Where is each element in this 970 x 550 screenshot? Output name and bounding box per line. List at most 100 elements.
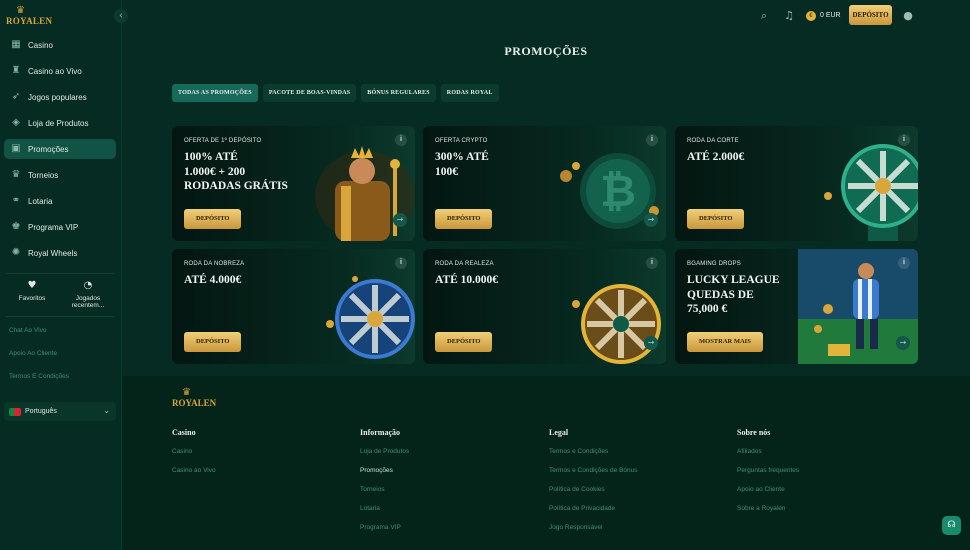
info-icon[interactable]: i [898, 134, 910, 146]
deposit-button[interactable]: DEPÓSITO [687, 209, 745, 229]
footer-link[interactable]: Afiliados [737, 448, 799, 455]
promo-headline: ATÉ 10.000€ [435, 274, 499, 286]
footer-link[interactable]: Apoio ao Cliente [737, 486, 799, 493]
deposit-button[interactable]: DEPÓSITO [184, 209, 242, 229]
sidebar-item-popular-games[interactable]: ➶ Jogos populares [4, 87, 116, 107]
footer-link[interactable]: Política de Privacidade [549, 505, 638, 512]
promo-card-bgaming-drops[interactable]: BGAMING DROPS LUCKY LEAGUE QUEDAS DE 75,… [675, 249, 918, 364]
footer-link[interactable]: Casino ao Vivo [172, 467, 216, 474]
tab-regular-bonuses[interactable]: BÓNUS REGULARES [361, 84, 436, 102]
footer-link[interactable]: Perguntas frequentes [737, 467, 799, 474]
footer-link[interactable]: Sobre a Royalen [737, 505, 799, 512]
user-icon[interactable]: ● [900, 8, 916, 24]
sidebar-nav: ▦ Casino ♜ Casino ao Vivo ➶ Jogos populares… [4, 35, 116, 269]
rocket-icon: ➶ [11, 91, 21, 102]
footer-link[interactable]: Lotaria [360, 505, 409, 512]
footer-column-legal: Legal Termos e Condições Termos e Condiç… [549, 428, 638, 543]
sidebar-item-label: Promoções [28, 144, 69, 154]
sidebar-item-casino[interactable]: ▦ Casino [4, 35, 116, 55]
footer-link[interactable]: Termos e Condições de Bónus [549, 467, 638, 474]
deposit-button[interactable]: DEPÓSITO [184, 332, 242, 352]
sidebar-item-live-casino[interactable]: ♜ Casino ao Vivo [4, 61, 116, 81]
promo-label: OFERTA CRYPTO [435, 138, 488, 144]
footer-link[interactable]: Loja de Produtos [360, 448, 409, 455]
deposit-button[interactable]: DEPÓSITO [849, 5, 892, 25]
arrow-right-icon[interactable]: → [644, 213, 658, 227]
footer-link[interactable]: Termos e Condições [549, 448, 638, 455]
sidebar-item-label: Loja de Produtos [28, 118, 89, 128]
tab-welcome-package[interactable]: PACOTE DE BOAS-VINDAS [262, 84, 357, 102]
support-link[interactable]: Apoio Ao Cliente [9, 350, 69, 357]
promo-card-court-wheel[interactable]: RODA DA CORTE ATÉ 2.000€ DEPÓSITO i [675, 126, 918, 241]
coin-icon: € [806, 10, 816, 21]
recent-label: Jogados recentem... [71, 295, 105, 309]
footer-link[interactable]: Programa VIP [360, 524, 409, 531]
promo-headline: ATÉ 4.000€ [184, 274, 242, 286]
promo-headline: 300% ATÉ 100€ [435, 151, 489, 178]
sidebar-item-label: Lotaria [28, 196, 53, 206]
info-icon[interactable]: i [395, 257, 407, 269]
sidebar-item-promotions[interactable]: ▣ Promoções [4, 139, 116, 159]
sidebar-links: Chat Ao Vivo Apoio Ao Cliente Termos E C… [9, 327, 69, 396]
promo-card-first-deposit[interactable]: OFERTA DE 1º DEPÓSITO 100% ATÉ 1.000€ + … [172, 126, 415, 241]
footer-link[interactable]: Promoções [360, 467, 409, 474]
footer-link[interactable]: Política de Cookies [549, 486, 638, 493]
casino-icon: ▦ [11, 39, 21, 50]
info-icon[interactable]: i [646, 257, 658, 269]
sidebar-divider [6, 273, 114, 274]
trophy-icon: ♛ [11, 169, 21, 180]
sidebar-item-label: Casino [28, 40, 53, 50]
arrow-right-icon[interactable]: → [896, 336, 910, 350]
info-icon[interactable]: i [898, 257, 910, 269]
promo-card-nobility-wheel[interactable]: RODA DA NOBREZA ATÉ 4.000€ DEPÓSITO i [172, 249, 415, 364]
tab-all-promotions[interactable]: TODAS AS PROMOÇÕES [172, 84, 258, 102]
promo-card-crypto[interactable]: ₿ OFERTA CRYPTO 300% ATÉ 100€ DEPÓSITO i… [423, 126, 666, 241]
footer-link[interactable]: Jogo Responsável [549, 524, 638, 531]
info-icon[interactable]: i [395, 134, 407, 146]
sidebar-item-royal-wheels[interactable]: ✺ Royal Wheels [4, 243, 116, 263]
favorites-label: Favoritos [18, 295, 46, 302]
brand-name: ROYALEN [6, 16, 53, 26]
bell-icon[interactable]: ♫ [781, 8, 797, 24]
recent-games-button[interactable]: ◔ Jogados recentem... [60, 280, 116, 309]
sidebar-item-label: Royal Wheels [28, 248, 78, 258]
favorites-button[interactable]: ♥ Favoritos [4, 280, 60, 309]
search-icon[interactable]: ⌕ [756, 8, 772, 24]
promo-headline: LUCKY LEAGUE QUEDAS DE 75,000 € [687, 274, 780, 315]
promo-card-royalty-wheel[interactable]: RODA DA REALEZA ATÉ 10.000€ DEPÓSITO i → [423, 249, 666, 364]
footer-link[interactable]: Casino [172, 448, 216, 455]
info-icon[interactable]: i [646, 134, 658, 146]
footer-link[interactable]: Torneios [360, 486, 409, 493]
brand-logo[interactable]: ♛ ROYALEN [6, 5, 52, 27]
terms-link[interactable]: Termos E Condições [9, 373, 69, 380]
promo-label: RODA DA REALEZA [435, 261, 494, 267]
page-title: PROMOÇÕES [504, 44, 588, 58]
live-chat-link[interactable]: Chat Ao Vivo [9, 327, 69, 334]
tab-royal-wheels[interactable]: RODAS ROYAL [440, 84, 499, 102]
sidebar-item-vip[interactable]: ♚ Programa VIP [4, 217, 116, 237]
footer-column-title: Informação [360, 428, 400, 437]
deposit-button[interactable]: DEPÓSITO [435, 332, 493, 352]
deposit-button[interactable]: DEPÓSITO [435, 209, 493, 229]
crown-icon: ♛ [16, 5, 25, 16]
crown-icon: ♚ [11, 221, 21, 232]
sidebar-item-product-store[interactable]: ◈ Loja de Produtos [4, 113, 116, 133]
arrow-right-icon[interactable]: → [644, 336, 658, 350]
arrow-right-icon[interactable]: → [393, 213, 407, 227]
language-select[interactable]: Português ⌄ [4, 402, 116, 421]
crown-icon: ♛ [182, 387, 191, 398]
collapse-sidebar-button[interactable]: ‹ [114, 9, 128, 23]
support-chat-button[interactable]: ☊ [942, 516, 961, 535]
language-label: Português [25, 408, 57, 415]
footer-logo[interactable]: ♛ ROYALEN [172, 387, 216, 409]
wheel-icon: ✺ [11, 247, 21, 258]
tag-icon: ◈ [12, 117, 20, 128]
show-more-button[interactable]: MOSTRAR MAIS [687, 332, 763, 352]
sidebar-divider [6, 316, 114, 317]
sidebar-item-tournaments[interactable]: ♛ Torneios [4, 165, 116, 185]
balance-display[interactable]: € 0 EUR [806, 7, 841, 24]
sidebar-item-lottery[interactable]: ⚭ Lotaria [4, 191, 116, 211]
portugal-flag-icon [9, 407, 21, 416]
sidebar-item-label: Torneios [28, 170, 59, 180]
clock-icon: ◔ [83, 280, 93, 291]
